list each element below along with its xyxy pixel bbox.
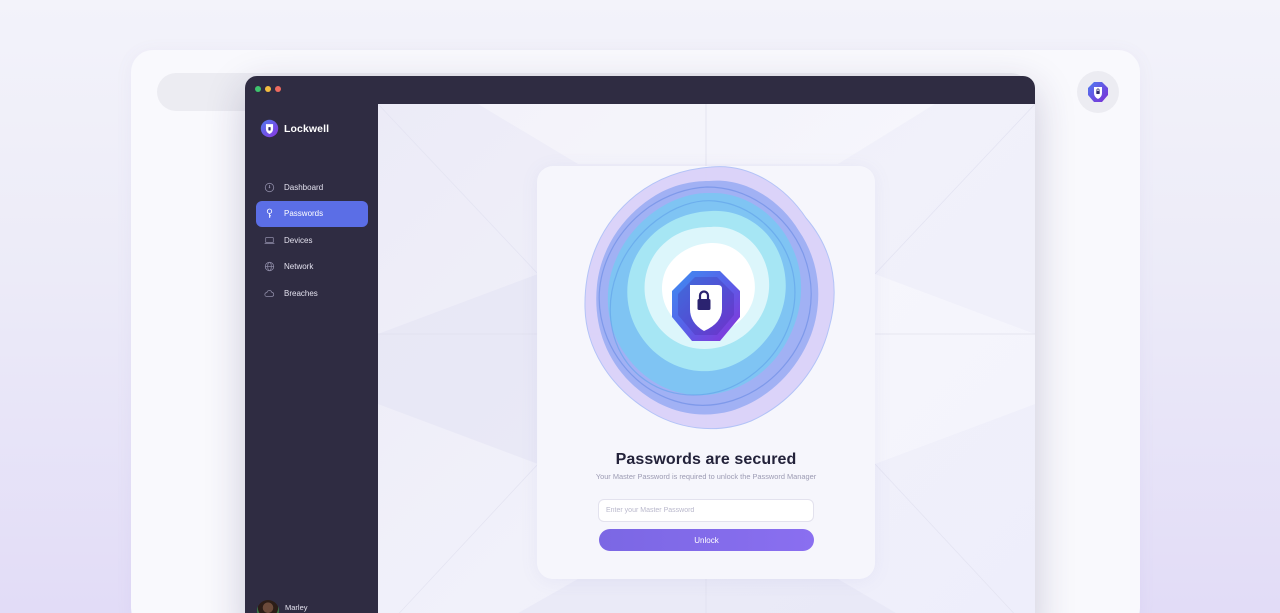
window-controls: [255, 86, 281, 92]
lockwell-logo-icon: [260, 119, 279, 138]
maximize-button[interactable]: [255, 86, 261, 92]
cloud-icon: [264, 288, 275, 299]
sidebar-nav: Dashboard Passwords Devices Network Brea…: [256, 174, 368, 307]
sidebar-item-label: Passwords: [284, 209, 324, 218]
minimize-button[interactable]: [265, 86, 271, 92]
key-icon: [264, 208, 275, 219]
sidebar-item-label: Dashboard: [284, 182, 324, 192]
page-subtitle: Your Master Password is required to unlo…: [595, 472, 817, 481]
close-button[interactable]: [275, 86, 281, 92]
shield-lock-icon: [672, 271, 740, 341]
sidebar: Lockwell Dashboard Passwords Devices Net…: [245, 103, 377, 613]
devices-icon: [264, 235, 275, 246]
sidebar-item-breaches[interactable]: Breaches: [256, 280, 368, 306]
network-icon: [264, 261, 275, 272]
avatar: [257, 600, 279, 613]
brand[interactable]: Lockwell: [260, 119, 329, 138]
sidebar-item-dashboard[interactable]: Dashboard: [256, 174, 368, 200]
lockwell-badge-icon[interactable]: [1077, 71, 1119, 113]
unlock-button[interactable]: Unlock: [599, 529, 814, 551]
sidebar-item-devices[interactable]: Devices: [256, 227, 368, 253]
app-window: Lockwell Dashboard Passwords Devices Net…: [245, 76, 1035, 613]
unlock-card: Passwords are secured Your Master Passwo…: [537, 166, 875, 579]
page-title: Passwords are secured: [615, 451, 797, 468]
sidebar-item-network[interactable]: Network: [256, 254, 368, 280]
brand-name: Lockwell: [284, 122, 330, 135]
sidebar-item-label: Network: [284, 262, 314, 271]
master-password-input[interactable]: [598, 499, 814, 522]
dashboard-icon: [264, 182, 275, 193]
sidebar-item-passwords[interactable]: Passwords: [256, 200, 368, 227]
user-profile[interactable]: Marley: [257, 600, 308, 613]
user-name: Marley: [285, 603, 308, 612]
main-content: Passwords are secured Your Master Passwo…: [378, 104, 1035, 613]
sidebar-item-label: Devices: [284, 235, 313, 245]
sidebar-item-label: Breaches: [284, 288, 318, 298]
